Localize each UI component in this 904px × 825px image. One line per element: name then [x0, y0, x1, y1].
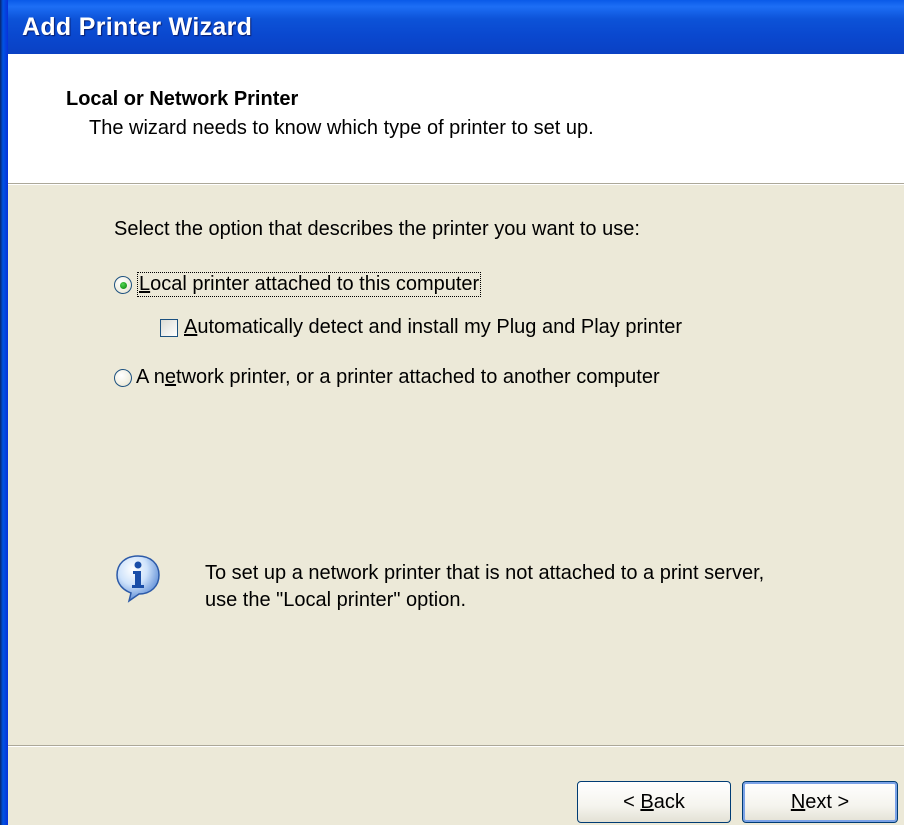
radio-network-printer-button[interactable] — [114, 368, 132, 387]
network-label-pre: A n — [136, 366, 165, 388]
checkbox-auto-detect[interactable]: Automatically detect and install my Plug… — [160, 316, 682, 339]
back-rest: ack — [653, 790, 685, 813]
local-label-rest: ocal printer attached to this computer — [150, 273, 480, 295]
radio-network-printer[interactable]: A network printer, or a printer attached… — [114, 366, 660, 389]
network-label-rest: twork printer, or a printer attached to … — [176, 366, 660, 388]
header-divider — [8, 183, 904, 185]
info-message: To set up a network printer that is not … — [205, 560, 764, 614]
radio-selected-dot — [120, 281, 127, 289]
auto-detect-label[interactable]: Automatically detect and install my Plug… — [184, 316, 682, 339]
mnemonic-a: A — [184, 316, 198, 338]
radio-local-printer-label[interactable]: Local printer attached to this computer — [136, 272, 482, 297]
next-button[interactable]: Next > — [742, 781, 898, 823]
mnemonic-e: e — [164, 366, 177, 388]
info-icon — [116, 555, 160, 603]
next-rest: ext > — [805, 790, 850, 813]
radio-local-printer[interactable]: Local printer attached to this computer — [114, 272, 482, 297]
window-border — [0, 0, 8, 825]
page-subtitle: The wizard needs to know which type of p… — [89, 117, 594, 139]
option-prompt: Select the option that describes the pri… — [114, 218, 640, 240]
radio-local-printer-button[interactable] — [114, 275, 132, 294]
back-prefix: < — [623, 790, 641, 813]
footer-divider — [8, 745, 904, 747]
wizard-header: Local or Network Printer The wizard need… — [8, 54, 904, 183]
next-mnemonic: N — [790, 790, 806, 813]
add-printer-wizard-window: Add Printer Wizard Local or Network Prin… — [0, 0, 904, 825]
title-bar[interactable]: Add Printer Wizard — [0, 0, 904, 54]
mnemonic-l: L — [139, 273, 151, 295]
auto-detect-label-rest: utomatically detect and install my Plug … — [197, 316, 683, 338]
info-line-2: use the "Local printer" option. — [205, 589, 467, 611]
back-mnemonic: B — [640, 790, 654, 813]
back-button[interactable]: < Back — [577, 781, 731, 823]
info-line-1: To set up a network printer that is not … — [205, 562, 765, 584]
page-title: Local or Network Printer — [66, 88, 299, 110]
auto-detect-checkbox[interactable] — [160, 318, 178, 337]
radio-network-printer-label[interactable]: A network printer, or a printer attached… — [136, 366, 660, 389]
window-title: Add Printer Wizard — [22, 13, 253, 41]
